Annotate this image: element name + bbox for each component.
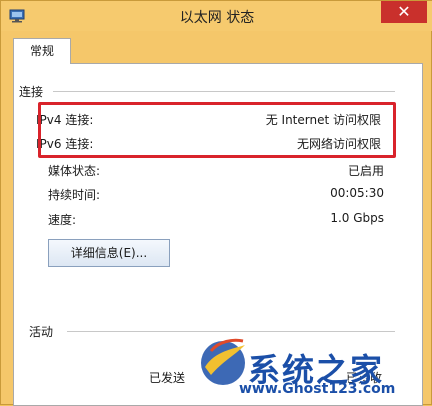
tab-general-label: 常规 xyxy=(29,44,54,58)
connection-section-title: 连接 xyxy=(19,85,44,99)
activity-section-title: 活动 xyxy=(29,325,54,339)
duration-label: 持续时间: xyxy=(48,188,101,202)
tab-general[interactable]: 常规 xyxy=(13,38,71,64)
watermark-url: www.Ghost123.com xyxy=(239,381,396,397)
title-bar[interactable]: 以太网 状态 ✕ xyxy=(1,1,432,31)
connection-divider xyxy=(53,91,395,92)
speed-value: 1.0 Gbps xyxy=(330,211,384,225)
sent-label: 已发送 xyxy=(149,371,186,385)
ethernet-status-window: 以太网 状态 ✕ 常规 连接 IPv4 连接: 无 Internet 访问权限 … xyxy=(0,0,432,406)
connectivity-highlight-box xyxy=(38,102,396,158)
close-button[interactable]: ✕ xyxy=(381,1,427,23)
media-state-label: 媒体状态: xyxy=(48,164,101,178)
media-state-value: 已启用 xyxy=(347,164,384,178)
duration-value: 00:05:30 xyxy=(330,186,384,200)
window-title: 以太网 状态 xyxy=(179,10,255,26)
details-button[interactable]: 详细信息(E)... xyxy=(48,239,170,267)
speed-label: 速度: xyxy=(48,213,77,227)
close-icon: ✕ xyxy=(397,2,411,21)
